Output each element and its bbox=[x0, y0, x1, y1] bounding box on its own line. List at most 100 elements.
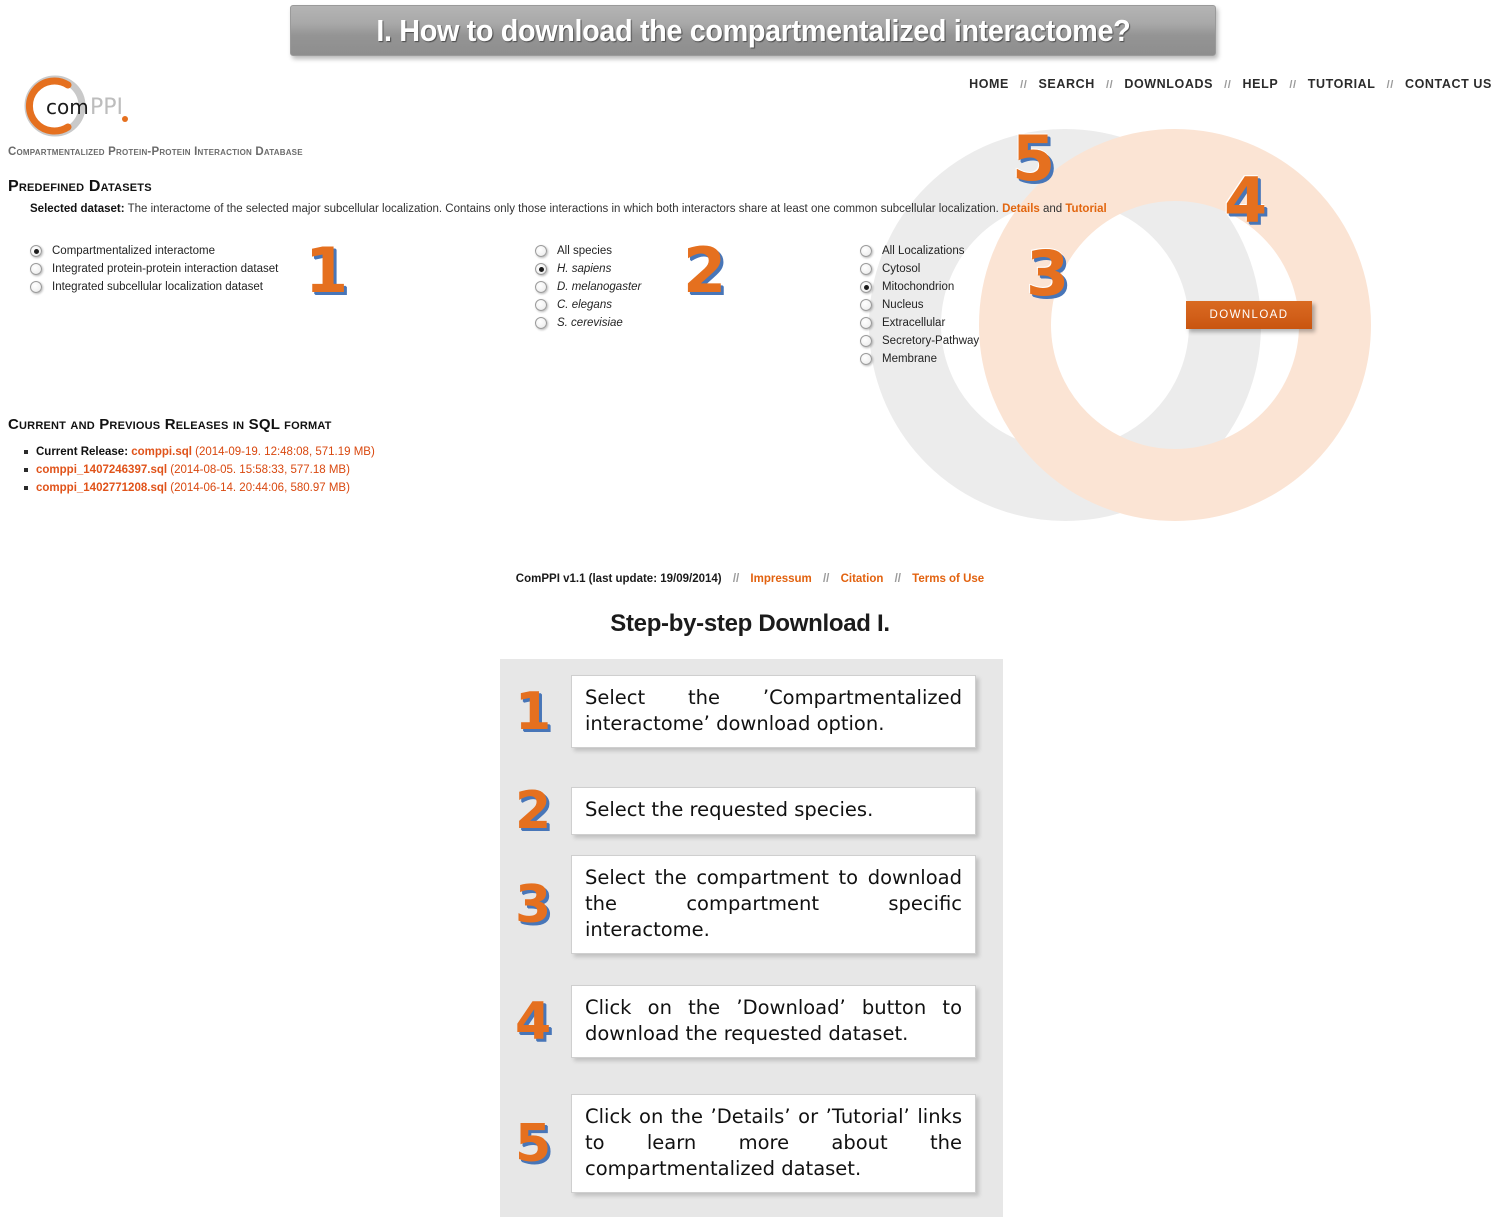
steps-panel: 1 Select the ’Compartmentalized interact… bbox=[500, 659, 1003, 1217]
radio-label: S. cerevisiae bbox=[557, 317, 623, 329]
steps-section-title: Step-by-step Download I. bbox=[610, 610, 890, 637]
nav-separator: // bbox=[1224, 79, 1232, 91]
radio-label: Integrated subcellular localization data… bbox=[52, 281, 263, 293]
footer-link-citation[interactable]: Citation bbox=[841, 573, 884, 585]
radio-icon[interactable] bbox=[535, 245, 547, 257]
radio-icon[interactable] bbox=[535, 317, 547, 329]
details-link[interactable]: Details bbox=[1002, 203, 1040, 215]
step-row-5: 5 Click on the ’Details’ or ’Tutorial’ l… bbox=[515, 1094, 976, 1194]
nav-item-contact-us[interactable]: CONTACT US bbox=[1405, 77, 1492, 91]
callout-number-4: 4 bbox=[1224, 164, 1268, 237]
radio-label: Secretory-Pathway bbox=[882, 335, 980, 347]
radio-icon[interactable] bbox=[30, 281, 42, 293]
radio-icon[interactable] bbox=[860, 299, 872, 311]
localization-radio-group[interactable]: All Localizations Cytosol Mitochondrion … bbox=[860, 242, 979, 368]
footer-separator: // bbox=[732, 573, 740, 585]
nav-item-tutorial[interactable]: TUTORIAL bbox=[1308, 77, 1376, 91]
release-file-link[interactable]: comppi_1407246397.sql bbox=[36, 464, 167, 476]
radio-option-all-species[interactable]: All species bbox=[535, 242, 641, 260]
step-row-4: 4 Click on the ’Download’ button to down… bbox=[515, 985, 976, 1059]
nav-separator: // bbox=[1386, 79, 1394, 91]
list-item[interactable]: Current Release: comppi.sql (2014-09-19.… bbox=[20, 443, 375, 461]
radio-icon[interactable] bbox=[535, 263, 547, 275]
footer-link-impressum[interactable]: Impressum bbox=[750, 573, 811, 585]
radio-option-integrated-localization-dataset[interactable]: Integrated subcellular localization data… bbox=[30, 278, 278, 296]
radio-option-compartmentalized-interactome[interactable]: Compartmentalized interactome bbox=[30, 242, 278, 260]
radio-icon[interactable] bbox=[535, 281, 547, 293]
radio-icon[interactable] bbox=[535, 299, 547, 311]
radio-icon[interactable] bbox=[860, 317, 872, 329]
dataset-radio-group[interactable]: Compartmentalized interactome Integrated… bbox=[30, 242, 278, 296]
predefined-datasets-heading: Predefined Datasets bbox=[8, 178, 152, 196]
callout-number-2: 2 bbox=[683, 234, 727, 307]
step-text-3: Select the compartment to download the c… bbox=[571, 855, 976, 955]
step-text-2: Select the requested species. bbox=[571, 787, 976, 835]
radio-icon[interactable] bbox=[860, 335, 872, 347]
radio-label: All species bbox=[557, 245, 612, 257]
list-item[interactable]: comppi_1402771208.sql (2014-06-14. 20:44… bbox=[20, 479, 375, 497]
radio-option-c-elegans[interactable]: C. elegans bbox=[535, 296, 641, 314]
radio-option-all-localizations[interactable]: All Localizations bbox=[860, 242, 979, 260]
radio-label: Compartmentalized interactome bbox=[52, 245, 215, 257]
footer-link-terms-of-use[interactable]: Terms of Use bbox=[912, 573, 984, 585]
release-meta: (2014-06-14. 20:44:06, 580.97 MB) bbox=[167, 482, 350, 494]
radio-label: Integrated protein-protein interaction d… bbox=[52, 263, 279, 275]
release-file-link[interactable]: comppi_1402771208.sql bbox=[36, 482, 167, 494]
callout-number-1: 1 bbox=[305, 234, 349, 307]
radio-label: H. sapiens bbox=[557, 263, 612, 275]
radio-label: C. elegans bbox=[557, 299, 612, 311]
step-number-1: 1 bbox=[515, 681, 552, 742]
site-tagline: Compartmentalized Protein-Protein Intera… bbox=[8, 146, 303, 158]
slide-title-text: I. How to download the compartmentalized… bbox=[376, 12, 1130, 48]
footer-separator: // bbox=[894, 573, 901, 585]
radio-option-cytosol[interactable]: Cytosol bbox=[860, 260, 979, 278]
radio-option-h-sapiens[interactable]: H. sapiens bbox=[535, 260, 641, 278]
top-navigation[interactable]: HOME // SEARCH // DOWNLOADS // HELP // T… bbox=[969, 77, 1492, 91]
nav-item-search[interactable]: SEARCH bbox=[1038, 77, 1094, 91]
radio-icon[interactable] bbox=[860, 281, 872, 293]
footer-separator: // bbox=[822, 573, 830, 585]
step-number-2: 2 bbox=[515, 781, 552, 841]
radio-option-membrane[interactable]: Membrane bbox=[860, 350, 979, 368]
step-text-1: Select the ’Compartmentalized interactom… bbox=[571, 675, 976, 749]
svg-text:PPI: PPI bbox=[90, 95, 123, 120]
radio-label: Cytosol bbox=[882, 263, 921, 275]
radio-icon[interactable] bbox=[860, 353, 872, 365]
radio-label: All Localizations bbox=[882, 245, 965, 257]
radio-icon[interactable] bbox=[860, 263, 872, 275]
radio-label: Membrane bbox=[882, 353, 937, 365]
tutorial-link[interactable]: Tutorial bbox=[1065, 203, 1106, 215]
radio-option-s-cerevisiae[interactable]: S. cerevisiae bbox=[535, 314, 641, 332]
nav-item-home[interactable]: HOME bbox=[969, 77, 1009, 91]
species-radio-group[interactable]: All species H. sapiens D. melanogaster C… bbox=[535, 242, 641, 332]
site-version-text: ComPPI v1.1 (last update: 19/09/2014) bbox=[515, 573, 722, 585]
radio-option-extracellular[interactable]: Extracellular bbox=[860, 314, 979, 332]
and-word: and bbox=[1043, 203, 1063, 215]
radio-label: D. melanogaster bbox=[557, 281, 642, 293]
svg-text:com: com bbox=[46, 95, 89, 119]
nav-separator: // bbox=[1105, 79, 1114, 91]
radio-option-nucleus[interactable]: Nucleus bbox=[860, 296, 979, 314]
predefined-datasets-heading-text: Predefined Datasets bbox=[8, 178, 152, 195]
nav-item-downloads[interactable]: DOWNLOADS bbox=[1124, 77, 1213, 91]
selected-dataset-label: Selected dataset: bbox=[30, 203, 125, 215]
nav-item-help[interactable]: HELP bbox=[1243, 77, 1279, 91]
radio-option-mitochondrion[interactable]: Mitochondrion bbox=[860, 278, 979, 296]
release-file-link[interactable]: comppi.sql bbox=[131, 446, 192, 458]
download-button[interactable]: DOWNLOAD bbox=[1186, 301, 1312, 329]
radio-icon[interactable] bbox=[30, 245, 42, 257]
radio-option-integrated-ppi-dataset[interactable]: Integrated protein-protein interaction d… bbox=[30, 260, 278, 278]
step-row-1: 1 Select the ’Compartmentalized interact… bbox=[515, 675, 976, 749]
radio-icon[interactable] bbox=[30, 263, 42, 275]
radio-option-secretory-pathway[interactable]: Secretory-Pathway bbox=[860, 332, 979, 350]
list-item[interactable]: comppi_1407246397.sql (2014-08-05. 15:58… bbox=[20, 461, 375, 479]
radio-label: Nucleus bbox=[882, 299, 924, 311]
radio-icon[interactable] bbox=[860, 245, 872, 257]
releases-list: Current Release: comppi.sql (2014-09-19.… bbox=[20, 443, 375, 497]
releases-heading: Current and Previous Releases in SQL for… bbox=[8, 416, 332, 433]
radio-option-d-melanogaster[interactable]: D. melanogaster bbox=[535, 278, 641, 296]
selected-dataset-text: The interactome of the selected major su… bbox=[127, 203, 999, 215]
website-screenshot-region: com PPI Compartmentalized Protein-Protei… bbox=[0, 60, 1500, 600]
comppi-logo[interactable]: com PPI bbox=[8, 72, 148, 144]
current-release-label: Current Release: bbox=[36, 446, 132, 458]
